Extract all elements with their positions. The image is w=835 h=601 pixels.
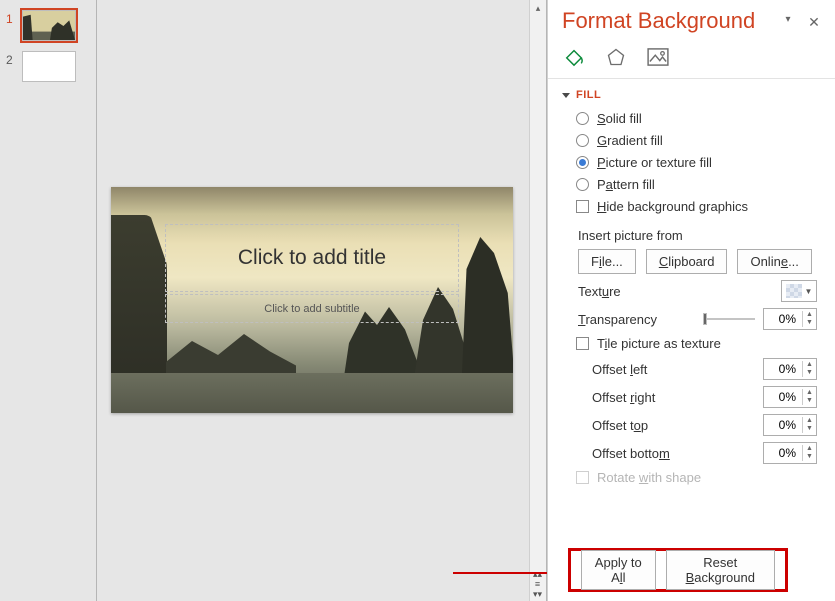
option-label: ith shape [648, 470, 701, 485]
next-slide-icon[interactable]: ▾▾ [530, 589, 545, 599]
spinner-down-icon[interactable]: ▼ [802, 319, 816, 327]
checkbox-icon [576, 471, 589, 484]
picture-tab-icon[interactable] [646, 46, 670, 68]
checkbox-icon[interactable] [576, 337, 589, 350]
offset-bottom-label: Offset bottom [592, 446, 763, 461]
thumbnail-2[interactable]: 2 [0, 51, 96, 92]
fill-section: FILL Solid fill Gradient fill Picture or… [548, 79, 835, 485]
subtitle-placeholder-text: Click to add subtitle [264, 303, 359, 315]
checkbox-icon[interactable] [576, 200, 589, 213]
option-label: icture or texture fill [606, 155, 712, 170]
option-label: radient fill [607, 133, 663, 148]
hide-background-graphics-option[interactable]: Hide background graphics [576, 199, 821, 214]
pane-title: Format Background [562, 8, 781, 34]
transparency-input[interactable] [764, 309, 802, 329]
transparency-spinner[interactable]: ▲▼ [763, 308, 817, 330]
texture-label: Texture [578, 284, 781, 299]
effects-tab-icon[interactable] [604, 46, 628, 68]
option-label: ide background graphics [606, 199, 748, 214]
radio-icon[interactable] [576, 134, 589, 147]
section-title: FILL [576, 89, 601, 101]
pane-tabs [548, 38, 835, 79]
thumbnail-number: 1 [6, 10, 22, 26]
thumbnail-panel: 1 2 [0, 0, 97, 601]
slide-editor: Click to add title Click to add subtitle… [97, 0, 547, 601]
offset-top-input[interactable] [764, 415, 802, 435]
offset-top-spinner[interactable]: ▲▼ [763, 414, 817, 436]
clipboard-button[interactable]: Clipboard [646, 249, 728, 274]
transparency-label: Transparency [578, 312, 695, 327]
radio-icon[interactable] [576, 156, 589, 169]
texture-picker[interactable]: ▼ [781, 280, 817, 302]
spinner-down-icon[interactable]: ▼ [802, 425, 816, 433]
offset-left-spinner[interactable]: ▲▼ [763, 358, 817, 380]
offset-bottom-input[interactable] [764, 443, 802, 463]
option-label: olid fill [606, 111, 642, 126]
insert-picture-label: Insert picture from [578, 228, 821, 243]
menu-icon[interactable]: ≡ [530, 579, 545, 589]
spinner-up-icon[interactable]: ▲ [802, 417, 816, 425]
title-placeholder[interactable]: Click to add title [165, 224, 459, 292]
thumbnail-number: 2 [6, 51, 22, 67]
slide-canvas[interactable]: Click to add title Click to add subtitle [111, 187, 513, 413]
tile-picture-option[interactable]: Tile picture as texture [576, 336, 821, 351]
chevron-down-icon: ▼ [805, 287, 813, 296]
thumbnail-preview[interactable] [22, 51, 76, 82]
offset-right-input[interactable] [764, 387, 802, 407]
footer-button-group: Apply to All Reset Background [568, 548, 788, 592]
offset-right-spinner[interactable]: ▲▼ [763, 386, 817, 408]
spinner-up-icon[interactable]: ▲ [802, 311, 816, 319]
option-label: le picture as texture [607, 336, 720, 351]
rotate-with-shape-option: Rotate with shape [576, 470, 821, 485]
section-header[interactable]: FILL [574, 89, 821, 101]
collapse-icon[interactable] [562, 93, 570, 98]
picture-texture-fill-option[interactable]: Picture or texture fill [576, 155, 821, 170]
spinner-down-icon[interactable]: ▼ [802, 397, 816, 405]
online-button[interactable]: Online... [737, 249, 811, 274]
offset-top-label: Offset top [592, 418, 763, 433]
thumbnail-1[interactable]: 1 [0, 10, 96, 51]
background-image [111, 373, 513, 413]
radio-icon[interactable] [576, 178, 589, 191]
scroll-up-icon[interactable]: ▴ [530, 0, 546, 17]
vertical-scrollbar[interactable]: ▴ ▴▴ ≡ ▾▾ [529, 0, 546, 601]
transparency-slider[interactable] [703, 312, 755, 326]
radio-icon[interactable] [576, 112, 589, 125]
solid-fill-option[interactable]: Solid fill [576, 111, 821, 126]
apply-to-all-button[interactable]: Apply to All [581, 550, 656, 590]
subtitle-placeholder[interactable]: Click to add subtitle [165, 294, 459, 323]
offset-left-input[interactable] [764, 359, 802, 379]
spinner-up-icon[interactable]: ▲ [802, 389, 816, 397]
offset-right-label: Offset right [592, 390, 763, 405]
pane-menu-icon[interactable]: ▾ [781, 14, 795, 28]
pattern-fill-option[interactable]: Pattern fill [576, 177, 821, 192]
thumbnail-preview[interactable] [22, 10, 76, 41]
gradient-fill-option[interactable]: Gradient fill [576, 133, 821, 148]
format-background-pane: Format Background ▾ ✕ FILL Solid fill [547, 0, 835, 601]
reset-background-button[interactable]: Reset Background [666, 550, 775, 590]
spinner-down-icon[interactable]: ▼ [802, 369, 816, 377]
texture-swatch-icon [786, 284, 802, 298]
offset-left-label: Offset left [592, 362, 763, 377]
file-button[interactable]: File... [578, 249, 636, 274]
spinner-down-icon[interactable]: ▼ [802, 453, 816, 461]
title-placeholder-text: Click to add title [238, 246, 386, 270]
option-label: ttern fill [613, 177, 655, 192]
spinner-up-icon[interactable]: ▲ [802, 361, 816, 369]
close-icon[interactable]: ✕ [807, 14, 821, 28]
offset-bottom-spinner[interactable]: ▲▼ [763, 442, 817, 464]
fill-tab-icon[interactable] [562, 46, 586, 68]
spinner-up-icon[interactable]: ▲ [802, 445, 816, 453]
